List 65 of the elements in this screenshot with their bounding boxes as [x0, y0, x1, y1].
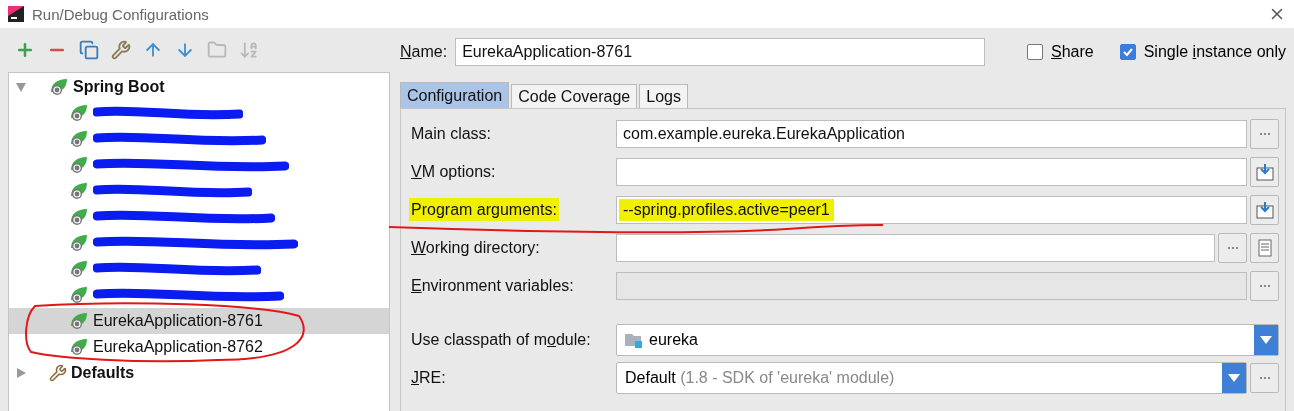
- tab[interactable]: Configuration: [400, 82, 510, 108]
- input-field[interactable]: --spring.profiles.active=peer1: [616, 196, 1247, 224]
- tree-item[interactable]: EurekaApplication-8761: [9, 308, 389, 334]
- caret-icon: [1260, 336, 1272, 344]
- input-field[interactable]: [616, 234, 1215, 262]
- tab[interactable]: Logs: [639, 84, 688, 108]
- tree-item[interactable]: EurekaApplication-8762: [9, 334, 389, 360]
- wrench-icon: [49, 364, 67, 382]
- checkbox-label: Share: [1050, 43, 1094, 61]
- spring-leaf-icon: [69, 234, 89, 252]
- insert-macro-button[interactable]: [1250, 195, 1279, 225]
- more-icon: [1258, 132, 1271, 136]
- wrench-icon[interactable]: [110, 39, 132, 61]
- name-label: Name:: [400, 43, 448, 61]
- tree-item-label: EurekaApplication-8762: [93, 338, 263, 356]
- tree-group-label: Spring Boot: [73, 78, 165, 96]
- insert-macro-button[interactable]: [1250, 157, 1279, 187]
- more-icon: [1258, 376, 1271, 380]
- insert-icon: [1255, 163, 1274, 181]
- file-button[interactable]: [1250, 233, 1279, 263]
- field-label: Environment variables:: [411, 277, 574, 294]
- spring-leaf-icon: [69, 338, 89, 356]
- field-label: Main class:: [411, 125, 492, 142]
- field-label: Working directory:: [411, 239, 540, 256]
- tree-group[interactable]: Spring Boot: [9, 74, 389, 100]
- dropdown-arrow-button[interactable]: [1254, 325, 1278, 355]
- module-folder-icon: [625, 332, 643, 348]
- checkbox[interactable]: [1119, 44, 1136, 60]
- dropdown-value: eureka: [649, 331, 698, 349]
- field-label: Use classpath of module:: [411, 331, 591, 348]
- input-field[interactable]: com.example.eureka.EurekaApplication: [616, 120, 1247, 148]
- name-field[interactable]: EurekaApplication-8761: [455, 38, 986, 66]
- spring-leaf-icon: [69, 312, 89, 330]
- more-icon: [1258, 284, 1271, 288]
- spring-leaf-icon: [49, 78, 69, 96]
- spring-leaf-icon: [69, 208, 89, 226]
- input-field[interactable]: [616, 158, 1247, 186]
- checkbox[interactable]: [1026, 44, 1043, 60]
- dropdown[interactable]: Default (1.8 - SDK of 'eureka' module): [616, 362, 1247, 394]
- expanded-arrow-icon[interactable]: [15, 81, 27, 93]
- tree-group[interactable]: Defaults: [9, 360, 389, 386]
- caret-icon: [1228, 374, 1240, 382]
- copy-icon[interactable]: [78, 39, 100, 61]
- insert-icon: [1255, 201, 1274, 219]
- tree-item-label: EurekaApplication-8761: [93, 312, 263, 330]
- spring-leaf-icon: [69, 156, 89, 174]
- tree-group-label: Defaults: [71, 364, 135, 382]
- spring-leaf-icon: [69, 260, 89, 278]
- dropdown-arrow-button[interactable]: [1222, 363, 1246, 393]
- window-title: Run/Debug Configurations: [32, 5, 210, 23]
- field-label: Program arguments:: [409, 198, 559, 221]
- dropdown[interactable]: eureka: [616, 324, 1279, 356]
- field-label: JRE:: [411, 369, 446, 386]
- dropdown-value: Default (1.8 - SDK of 'eureka' module): [625, 369, 895, 387]
- spring-leaf-icon: [69, 286, 89, 304]
- collapsed-arrow-icon[interactable]: [15, 367, 27, 379]
- more-icon: [1226, 246, 1239, 250]
- field-label: VM options:: [411, 163, 496, 180]
- app-icon: [8, 6, 24, 22]
- spring-leaf-icon: [69, 130, 89, 148]
- spring-leaf-icon: [69, 104, 89, 122]
- spring-leaf-icon: [69, 182, 89, 200]
- document-icon: [1257, 239, 1272, 257]
- tab[interactable]: Code Coverage: [511, 84, 638, 108]
- checkbox-label: Single instance only: [1143, 43, 1286, 61]
